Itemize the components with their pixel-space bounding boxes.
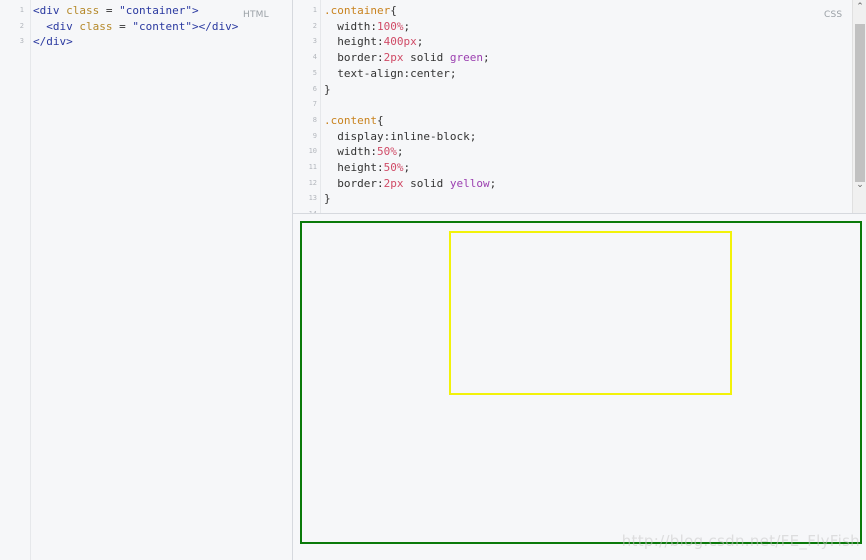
- css-code-line[interactable]: border:2px solid yellow;: [324, 176, 496, 192]
- html-code-token: =: [112, 19, 133, 33]
- html-code-token: "content": [132, 19, 192, 33]
- css-pane-label: CSS: [824, 10, 843, 20]
- css-line-number: 10: [308, 147, 317, 156]
- css-line-number: 14: [293, 207, 317, 213]
- css-code-token: 2px: [383, 176, 404, 190]
- css-code-line[interactable]: }: [324, 82, 331, 98]
- css-code-token: 2px: [383, 51, 404, 65]
- html-code-token: <div: [33, 19, 80, 33]
- css-code-token: }: [324, 82, 331, 96]
- css-code-line[interactable]: .content{: [324, 113, 384, 129]
- css-code-line[interactable]: text-align:center;: [324, 66, 456, 82]
- html-line-gutter: [0, 0, 31, 560]
- css-code-line[interactable]: height:400px;: [324, 34, 423, 50]
- css-code-line[interactable]: .container{: [324, 3, 397, 19]
- html-line-number: 1: [19, 6, 24, 14]
- css-code-token: {: [376, 113, 384, 127]
- css-line-number: 6: [312, 84, 317, 93]
- css-code-token: 100%: [376, 19, 404, 33]
- html-code-token: =: [99, 4, 120, 17]
- css-code-token: display:inline-block;: [324, 129, 477, 143]
- css-code-token: 50%: [383, 161, 404, 174]
- css-scrollbar[interactable]: ⌃ ⌄: [852, 0, 866, 213]
- css-code-token: ;: [416, 35, 424, 49]
- css-code-line[interactable]: }: [324, 191, 331, 207]
- html-code-token: </div>: [33, 35, 73, 49]
- css-code-line[interactable]: border:2px solid green;: [324, 50, 490, 66]
- css-code-token: }: [324, 192, 331, 206]
- css-line-number: 9: [312, 131, 317, 140]
- css-code-line[interactable]: width:50%;: [324, 144, 403, 160]
- css-code-line[interactable]: width:100%;: [324, 19, 410, 35]
- css-line-number: 2: [312, 21, 317, 30]
- css-line-number: 1: [312, 6, 317, 14]
- css-code-token: ;: [396, 145, 404, 159]
- html-code-line[interactable]: </div>: [33, 34, 73, 50]
- html-code-token: class: [79, 19, 113, 33]
- html-code-token: ></div>: [191, 19, 239, 33]
- css-code-token: height:: [324, 161, 384, 174]
- css-code-token: ;: [403, 161, 411, 174]
- css-code-token: width:: [324, 145, 377, 159]
- css-line-number: 5: [312, 68, 317, 77]
- css-code-token: height:: [324, 35, 384, 49]
- html-code-token: <div: [33, 4, 67, 17]
- css-line-number: 8: [312, 115, 317, 124]
- css-line-number: 4: [312, 53, 317, 62]
- css-code-token: ;: [403, 19, 411, 33]
- css-code-token: width:: [324, 19, 377, 33]
- css-code-token: ;: [489, 176, 497, 190]
- css-code-line[interactable]: display:inline-block;: [324, 129, 476, 145]
- html-line-number: 3: [19, 37, 24, 46]
- html-code-line[interactable]: <div class = "container">: [33, 3, 199, 19]
- html-code-token: "container": [119, 4, 192, 17]
- css-code-token: text-align:center;: [324, 66, 457, 80]
- css-code-token: ;: [482, 51, 490, 65]
- code-playground: 1 <div class = "container"> 2 <div class =…: [0, 0, 866, 560]
- html-pane-label: HTML: [243, 10, 269, 20]
- css-line-number: 13: [308, 194, 317, 203]
- html-editor-pane[interactable]: 1 <div class = "container"> 2 <div class =…: [0, 0, 293, 560]
- css-code-token: .content: [324, 113, 377, 127]
- css-line-number: 11: [308, 163, 317, 171]
- css-code-line[interactable]: height:50%;: [324, 160, 410, 176]
- css-code-token: 400px: [383, 35, 417, 49]
- css-code-token: {: [390, 4, 397, 17]
- css-code-token: solid: [403, 51, 450, 65]
- css-editor-pane[interactable]: 1 .container{2 width:100%; 3 height:400px;…: [293, 0, 866, 214]
- css-code-token: green: [449, 51, 483, 65]
- html-code-line[interactable]: <div class = "content"></div>: [33, 19, 238, 35]
- css-code-token: border:: [324, 176, 384, 190]
- css-code-token: .container: [324, 4, 391, 17]
- css-code-token: 50%: [376, 145, 397, 159]
- html-code-token: >: [191, 4, 199, 17]
- css-code-token: solid: [403, 176, 450, 190]
- css-code-token: border:: [324, 51, 384, 65]
- scroll-down-icon[interactable]: ⌄: [853, 178, 866, 192]
- watermark-text: http://blog.csdn.net/FE_FlyFish: [621, 532, 860, 550]
- css-line-number: 3: [312, 37, 317, 46]
- css-code-token: yellow: [449, 176, 490, 190]
- scrollbar-thumb[interactable]: [855, 24, 865, 182]
- html-code-token: class: [66, 4, 100, 17]
- scroll-up-icon[interactable]: ⌃: [853, 0, 866, 14]
- container-div-preview: [300, 221, 862, 544]
- content-div-preview: [449, 231, 732, 395]
- result-preview-pane: http://blog.csdn.net/FE_FlyFish: [293, 214, 866, 560]
- html-line-number: 2: [19, 21, 24, 30]
- css-line-number: 12: [308, 178, 317, 187]
- css-line-number: 7: [312, 100, 317, 109]
